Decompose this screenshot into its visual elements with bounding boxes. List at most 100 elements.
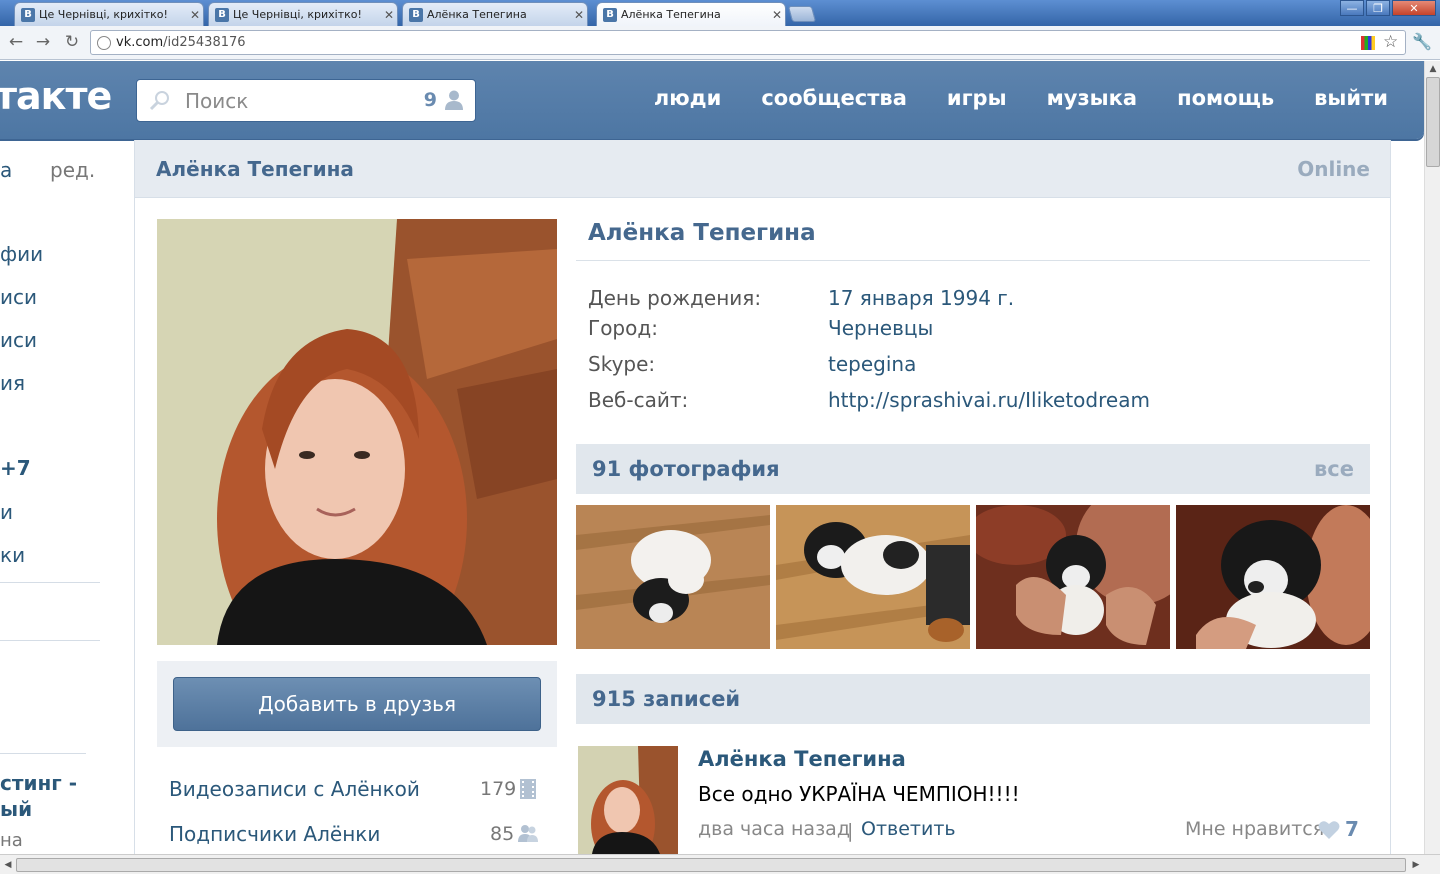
back-arrow-icon[interactable]: ← [6, 32, 26, 52]
search-box[interactable]: 9 [136, 79, 476, 122]
like-label[interactable]: Мне нравится [1185, 818, 1324, 840]
videos-count: 179 [480, 778, 517, 800]
tab-close-icon[interactable]: ✕ [381, 8, 397, 22]
window-close-icon[interactable]: ✕ [1392, 0, 1436, 16]
photo-thumbnail[interactable] [1176, 505, 1370, 649]
extension-icon[interactable] [1361, 36, 1375, 50]
browser-tab[interactable]: В Алёнка Тепегина ✕ [402, 2, 588, 26]
profile-name: Алёнка Тепегина [588, 220, 816, 246]
info-label-skype: Skype: [588, 352, 656, 376]
vertical-scrollbar[interactable]: ▲ [1424, 61, 1440, 854]
address-url[interactable]: vk.com/id25438176 [116, 35, 246, 50]
photo-thumbnail[interactable] [576, 505, 770, 649]
nav-games[interactable]: игры [947, 86, 1007, 110]
nav-help[interactable]: помощь [1177, 86, 1274, 110]
tab-close-icon[interactable]: ✕ [571, 8, 587, 22]
new-tab-button[interactable] [787, 6, 817, 22]
sidebar-item-messages[interactable]: ия [0, 371, 25, 395]
scroll-thumb[interactable] [16, 858, 1406, 872]
tab-title: Алёнка Тепегина [427, 8, 527, 21]
ad-title[interactable]: стинг - [0, 770, 77, 796]
address-bar[interactable]: vk.com/id25438176 ☆ [90, 30, 1406, 55]
search-count: 9 [423, 89, 437, 111]
nav-communities[interactable]: сообщества [761, 86, 907, 110]
bookmark-star-icon[interactable]: ☆ [1383, 32, 1398, 52]
photos-count-title[interactable]: 91 фотография [592, 457, 780, 481]
sidebar-divider [0, 640, 100, 641]
scroll-thumb[interactable] [1426, 77, 1440, 167]
vk-logo[interactable]: такте [0, 74, 112, 118]
sidebar-item-settings[interactable]: ки [0, 543, 25, 567]
followers-link[interactable]: Подписчики Алёнки [169, 822, 380, 846]
nav-people[interactable]: люди [654, 86, 721, 110]
window-controls: — ❐ ✕ [1340, 0, 1436, 16]
tab-close-icon[interactable]: ✕ [187, 8, 203, 22]
nav-music[interactable]: музыка [1047, 86, 1137, 110]
url-path: /id25438176 [163, 35, 246, 50]
nav-logout[interactable]: выйти [1314, 86, 1388, 110]
tab-title: Це Чернівці, крихітко! [233, 8, 362, 21]
sidebar-item-audio[interactable]: иси [0, 328, 37, 352]
sidebar-item-videos[interactable]: иси [0, 285, 37, 309]
wall-section-header[interactable]: 915 записей [576, 674, 1370, 724]
browser-tab-active[interactable]: В Алёнка Тепегина ✕ [596, 2, 786, 26]
info-label-birthday: День рождения: [588, 286, 762, 310]
tab-title: Це Чернівці, крихітко! [39, 8, 168, 21]
page-globe-icon [97, 36, 111, 50]
post-time[interactable]: два часа назад [698, 818, 850, 840]
tab-title: Алёнка Тепегина [621, 8, 721, 21]
users-icon [518, 825, 538, 842]
forward-arrow-icon[interactable]: → [33, 32, 53, 52]
reply-link[interactable]: Ответить [861, 818, 956, 840]
restore-icon[interactable]: ❐ [1366, 0, 1390, 16]
scroll-right-icon[interactable]: ▶ [1408, 857, 1424, 873]
profile-avatar[interactable] [157, 219, 557, 645]
sidebar-divider [0, 582, 100, 583]
videos-with-link[interactable]: Видеозаписи с Алёнкой [169, 777, 420, 801]
url-host: vk.com [116, 35, 164, 50]
browser-tab[interactable]: В Це Чернівці, крихітко! ✕ [14, 2, 204, 26]
wrench-menu-icon[interactable]: 🔧 [1412, 32, 1432, 51]
heart-icon[interactable] [1318, 820, 1340, 840]
post-author-avatar[interactable] [578, 746, 678, 854]
sidebar-item-my-page[interactable]: а [0, 158, 12, 182]
tab-close-icon[interactable]: ✕ [769, 8, 785, 22]
photo-thumbnail[interactable] [976, 505, 1170, 649]
info-value-skype[interactable]: tepegina [828, 352, 916, 376]
sidebar-divider [0, 753, 86, 754]
scroll-left-icon[interactable]: ◀ [0, 857, 16, 873]
vk-favicon-icon: В [215, 7, 229, 22]
reload-icon[interactable]: ↻ [62, 32, 82, 52]
horizontal-scrollbar[interactable]: ◀ ▶ [0, 854, 1440, 874]
profile-header: Алёнка Тепегина Online [135, 140, 1390, 198]
wall-count-title[interactable]: 915 записей [592, 687, 740, 711]
photo-thumbnail[interactable] [776, 505, 970, 649]
photo-image [976, 505, 1170, 649]
info-value-website[interactable]: http://sprashivai.ru/Iliketodream [828, 388, 1150, 412]
info-value-city[interactable]: Черневцы [828, 316, 933, 340]
sidebar-item-groups[interactable]: и [0, 500, 13, 524]
search-input[interactable] [185, 86, 405, 116]
sidebar-item-photos[interactable]: фии [0, 242, 43, 266]
browser-tab-bar: В Це Чернівці, крихітко! ✕ В Це Чернівці… [0, 0, 1440, 26]
profile-header-name: Алёнка Тепегина [156, 157, 354, 181]
profile-card: Алёнка Тепегина Online Добавить в друзья… [134, 140, 1391, 854]
post-author[interactable]: Алёнка Тепегина [698, 747, 906, 771]
sidebar-item-counter[interactable]: +7 [0, 456, 31, 480]
post-avatar-photo [578, 746, 678, 854]
sidebar-edit-link[interactable]: ред. [50, 158, 95, 182]
ad-title-cont[interactable]: ый [0, 796, 32, 822]
vk-header: такте 9 люди сообщества игры музыка помо… [0, 61, 1424, 139]
minimize-icon[interactable]: — [1340, 0, 1364, 16]
photo-image [576, 505, 770, 649]
add-friend-button[interactable]: Добавить в друзья [173, 677, 541, 731]
scroll-up-icon[interactable]: ▲ [1425, 61, 1440, 77]
photos-all-link[interactable]: все [1314, 457, 1354, 481]
photos-section-header[interactable]: 91 фотография все [576, 444, 1370, 494]
post-text: Все одно УКРАЇНА ЧЕМПІОН!!!! [698, 782, 1020, 806]
browser-tab[interactable]: В Це Чернівці, крихітко! ✕ [208, 2, 398, 26]
online-status: Online [1297, 157, 1370, 181]
search-icon [149, 91, 169, 111]
film-icon [520, 779, 536, 799]
info-value-birthday[interactable]: 17 января 1994 г. [828, 286, 1014, 310]
